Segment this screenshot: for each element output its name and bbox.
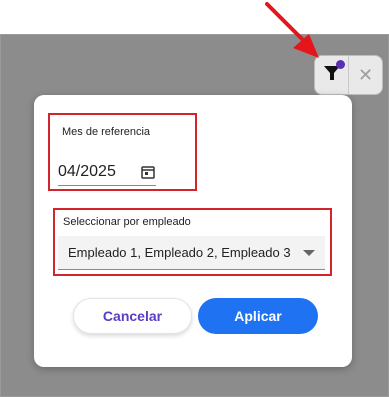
employee-select[interactable]: Empleado 1, Empleado 2, Empleado 3 bbox=[58, 236, 325, 270]
month-label: Mes de referencia bbox=[62, 126, 151, 138]
cancel-button[interactable]: Cancelar bbox=[73, 298, 192, 334]
active-filter-badge bbox=[336, 60, 345, 69]
close-icon: ✕ bbox=[357, 64, 374, 85]
apply-button[interactable]: Aplicar bbox=[198, 298, 318, 334]
month-value: 04/2025 bbox=[58, 163, 116, 180]
employee-label: Seleccionar por empleado bbox=[63, 216, 191, 228]
close-button[interactable]: ✕ bbox=[349, 56, 382, 94]
month-date-field[interactable]: 04/2025 bbox=[58, 159, 156, 186]
chevron-down-icon bbox=[303, 249, 315, 256]
annotation-arrow bbox=[265, 2, 319, 58]
calendar-icon[interactable] bbox=[140, 164, 156, 180]
employee-value: Empleado 1, Empleado 2, Empleado 3 bbox=[68, 245, 291, 260]
